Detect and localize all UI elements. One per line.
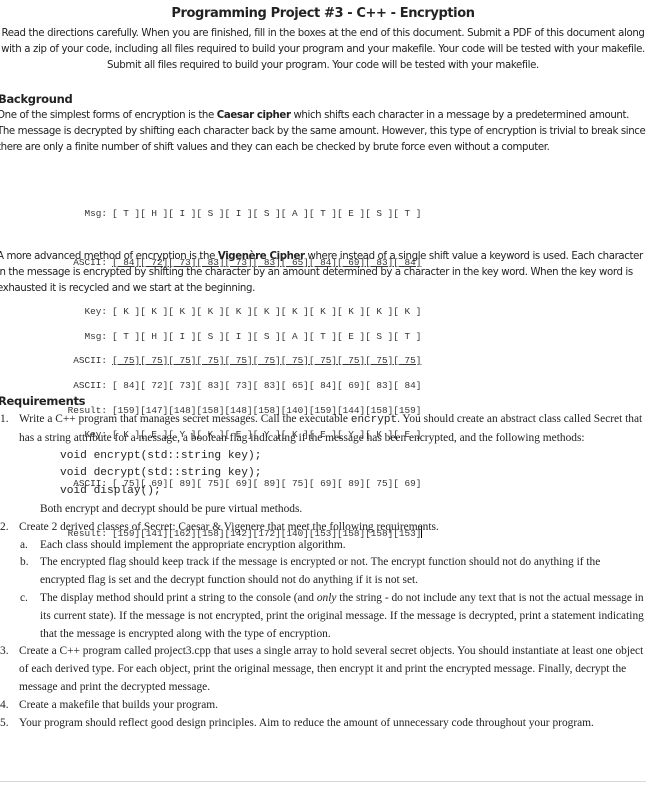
intro-paragraph: Read the directions carefully. When you … — [1, 28, 645, 71]
method-signature: void decrypt(std::string key); — [60, 467, 262, 480]
requirement-item-4: 4. Create a makefile that builds your pro… — [0, 698, 218, 711]
method-signature: void encrypt(std::string key); — [60, 449, 262, 462]
executable-name: encrypt — [350, 414, 398, 426]
document-title: Programming Project #3 - C++ - Encryptio… — [171, 6, 475, 21]
background-heading: Background — [0, 92, 73, 106]
requirement-item-5: 5. Your program should reflect good desig… — [0, 716, 594, 729]
vigenere-paragraph: A more advanced method of encryption is … — [0, 251, 643, 294]
table-row-ascii: ASCII:[ 84][ 72][ 73][ 83][ 73][ 83][ 65… — [73, 380, 422, 392]
vigenere-cipher-term: Vigenère Cipher — [217, 251, 305, 262]
document-page: Programming Project #3 - C++ - Encryptio… — [0, 0, 646, 782]
requirements-list: 1. Write a C++ program that manages secre… — [0, 411, 646, 732]
table-row-msg: Msg:[ T ][ H ][ I ][ S ][ I ][ S ][ A ][… — [84, 330, 422, 342]
requirement-subitem-b: b. The encrypted flag should keep track i… — [20, 556, 601, 587]
caesar-paragraph: One of the simplest forms of encryption … — [0, 110, 646, 153]
table-row-msg: Msg:[ T ][ H ][ I ][ S ][ I ][ S ][ A ][… — [84, 207, 422, 219]
requirement-item-3: 3. Create a C++ program called project3.c… — [0, 645, 644, 693]
pure-virtual-note: Both encrypt and decrypt should be pure … — [40, 502, 303, 515]
requirement-subitem-c: c. The display method should print a stri… — [20, 591, 644, 640]
caesar-cipher-term: Caesar cipher — [216, 110, 291, 121]
requirement-subitem-a: a. Each class should implement the approp… — [20, 538, 346, 551]
requirement-item-1: 1. Write a C++ program that manages secre… — [0, 413, 643, 444]
requirements-heading: Requirements — [0, 394, 86, 408]
method-signature: void display(); — [60, 485, 161, 498]
requirement-item-2: 2. Create 2 derived classes of Secret: Ca… — [0, 520, 439, 533]
